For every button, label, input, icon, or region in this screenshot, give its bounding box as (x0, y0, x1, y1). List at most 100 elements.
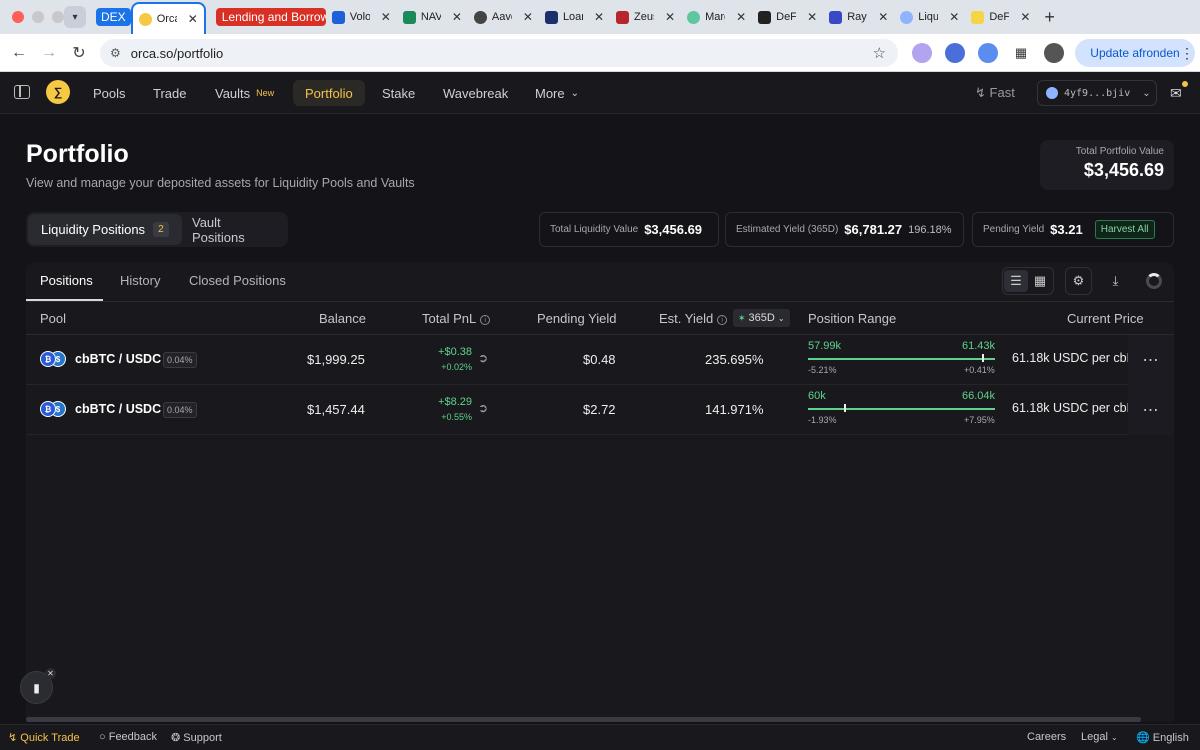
language-selector[interactable]: 🌐 English (1136, 731, 1189, 744)
bookmark-star-icon[interactable]: ☆ (873, 44, 886, 62)
browser-tab-aave[interactable]: Aave ✕ (468, 0, 539, 34)
nav-pools[interactable]: Pools (81, 80, 138, 106)
table-header: Pool Balance Total PnL i Pending Yield Es… (26, 302, 1174, 335)
browser-tab-marg[interactable]: Marg ✕ (681, 0, 752, 34)
balance-value: $1,999.25 (307, 352, 365, 367)
browser-tab-defi-2[interactable]: DeFi ✕ (965, 0, 1036, 34)
yield-period-select[interactable]: ✶ 365D ⌄ (733, 309, 790, 327)
close-icon[interactable]: ✕ (45, 668, 56, 679)
support-link[interactable]: ❂ Support (171, 731, 222, 744)
nav-more[interactable]: More ⌄ (523, 80, 591, 106)
zeus-favicon-icon (616, 10, 629, 24)
close-tab-icon[interactable]: ✕ (188, 12, 198, 26)
browser-tab-defi[interactable]: DeFi ✕ (752, 0, 823, 34)
tab-positions[interactable]: Positions (40, 273, 93, 288)
new-tab-icon[interactable]: + (1044, 7, 1055, 28)
close-tab-icon[interactable]: ✕ (949, 10, 959, 24)
col-est-yield[interactable]: Est. Yield i (659, 311, 728, 326)
extension-icon[interactable] (945, 43, 965, 63)
maximize-window-button[interactable] (52, 11, 64, 23)
tab-closed-positions[interactable]: Closed Positions (189, 273, 286, 288)
close-tab-icon[interactable]: ✕ (1020, 10, 1030, 24)
row-menu-icon[interactable]: ⋯ (1128, 385, 1174, 435)
browser-tab-orca[interactable]: Orca ✕ (130, 2, 206, 34)
browser-tab-volo[interactable]: Volo ✕ (326, 0, 397, 34)
pnl-value: +$0.38 (438, 346, 472, 358)
refresh-spinner-icon[interactable] (1140, 267, 1167, 295)
orca-logo[interactable]: ∑ (46, 80, 70, 104)
wallet-button[interactable]: 4yf9...bjiv ⌄ (1037, 80, 1157, 106)
nav-trade[interactable]: Trade (141, 80, 198, 106)
tab-group-lending[interactable]: Lending and Borrowi (215, 8, 326, 26)
close-tab-icon[interactable]: ✕ (381, 10, 391, 24)
tab-group-dex[interactable]: DEX (96, 8, 131, 26)
nav-stake[interactable]: Stake (370, 80, 427, 106)
download-icon[interactable]: ⤓ (1102, 267, 1129, 295)
close-tab-icon[interactable]: ✕ (523, 10, 533, 24)
close-window-button[interactable] (12, 11, 24, 23)
volo-favicon-icon (331, 10, 345, 24)
table-row[interactable]: ₿ $ cbBTC / USDC 0.04% $1,457.44 +$8.29 … (26, 385, 1174, 435)
nav-more-label: More (535, 85, 565, 101)
grid-view-icon[interactable]: ▦ (1028, 270, 1052, 292)
close-tab-icon[interactable]: ✕ (665, 10, 675, 24)
col-pending-yield[interactable]: Pending Yield (537, 311, 617, 326)
mail-icon[interactable]: ✉ (1170, 85, 1182, 102)
close-tab-icon[interactable]: ✕ (807, 10, 817, 24)
horizontal-scrollbar[interactable] (26, 717, 1141, 722)
range-low-percent: -1.93% (808, 415, 837, 425)
col-balance[interactable]: Balance (319, 311, 366, 326)
careers-link[interactable]: Careers (1027, 731, 1066, 743)
share-exit-icon[interactable]: ➲ (478, 351, 488, 365)
extension-icon[interactable] (912, 43, 932, 63)
legal-menu[interactable]: Legal ⌄ (1081, 731, 1118, 743)
browser-tab-navi[interactable]: NAVI ✕ (397, 0, 468, 34)
update-button[interactable]: Update afronden (1075, 39, 1195, 67)
site-settings-icon[interactable]: ⚙ (110, 46, 121, 60)
browser-tab-liqui[interactable]: Liqui ✕ (894, 0, 965, 34)
settings-gear-icon[interactable]: ⚙ (1065, 267, 1092, 295)
sidebar-toggle-icon[interactable] (14, 85, 30, 99)
fast-mode-toggle[interactable]: ↯ Fast (975, 85, 1015, 101)
liqui-favicon-icon (900, 10, 914, 24)
quick-trade-link[interactable]: ↯ Quick Trade (8, 731, 80, 744)
tab-history[interactable]: History (120, 273, 160, 288)
puzzle-piece-icon[interactable]: ▦ (1011, 43, 1031, 63)
info-icon[interactable]: i (480, 315, 491, 325)
nav-wavebreak[interactable]: Wavebreak (431, 80, 520, 106)
forward-arrow-icon[interactable]: → (34, 44, 64, 62)
tab-vault-positions[interactable]: Vault Positions (179, 214, 288, 245)
back-arrow-icon[interactable]: ← (4, 44, 34, 62)
browser-tab-title: Rayd (847, 11, 867, 23)
close-tab-icon[interactable]: ✕ (878, 10, 888, 24)
nav-portfolio[interactable]: Portfolio (293, 80, 365, 106)
pool-name[interactable]: cbBTC / USDC (75, 352, 161, 366)
browser-tab-zeus[interactable]: Zeus ✕ (610, 0, 681, 34)
browser-tab-rayd[interactable]: Rayd ✕ (823, 0, 894, 34)
tab-search-icon[interactable]: ▾ (64, 6, 86, 28)
extension-icon[interactable] (978, 43, 998, 63)
pnl-percent: +0.55% (441, 412, 472, 422)
feedback-link[interactable]: ○ Feedback (99, 731, 157, 743)
minimize-window-button[interactable] (32, 11, 44, 23)
close-tab-icon[interactable]: ✕ (594, 10, 604, 24)
profile-avatar[interactable] (1044, 43, 1064, 63)
close-tab-icon[interactable]: ✕ (736, 10, 746, 24)
address-bar[interactable]: ⚙ orca.so/portfolio ☆ (100, 39, 898, 67)
table-row[interactable]: ₿ $ cbBTC / USDC 0.04% $1,999.25 +$0.38 … (26, 335, 1174, 385)
pool-name[interactable]: cbBTC / USDC (75, 402, 161, 416)
info-icon[interactable]: i (717, 315, 728, 325)
tab-liquidity-positions[interactable]: Liquidity Positions 2 (28, 214, 182, 245)
col-total-pnl[interactable]: Total PnL i (422, 311, 491, 326)
share-exit-icon[interactable]: ➲ (478, 401, 488, 415)
nav-vaults[interactable]: Vaults New (203, 80, 286, 106)
reload-icon[interactable]: ↻ (64, 43, 94, 63)
close-tab-icon[interactable]: ✕ (452, 10, 462, 24)
browser-tab-loan[interactable]: Loan ✕ (539, 0, 610, 34)
list-view-icon[interactable]: ☰ (1004, 270, 1028, 292)
row-menu-icon[interactable]: ⋯ (1128, 335, 1174, 385)
browser-tab-title: DeFi (989, 11, 1010, 23)
browser-menu-icon[interactable]: ⋮ (1180, 45, 1194, 62)
current-price-value: 61.18k USDC per cbBTC (1012, 351, 1128, 365)
harvest-all-button[interactable]: Harvest All (1094, 220, 1155, 239)
